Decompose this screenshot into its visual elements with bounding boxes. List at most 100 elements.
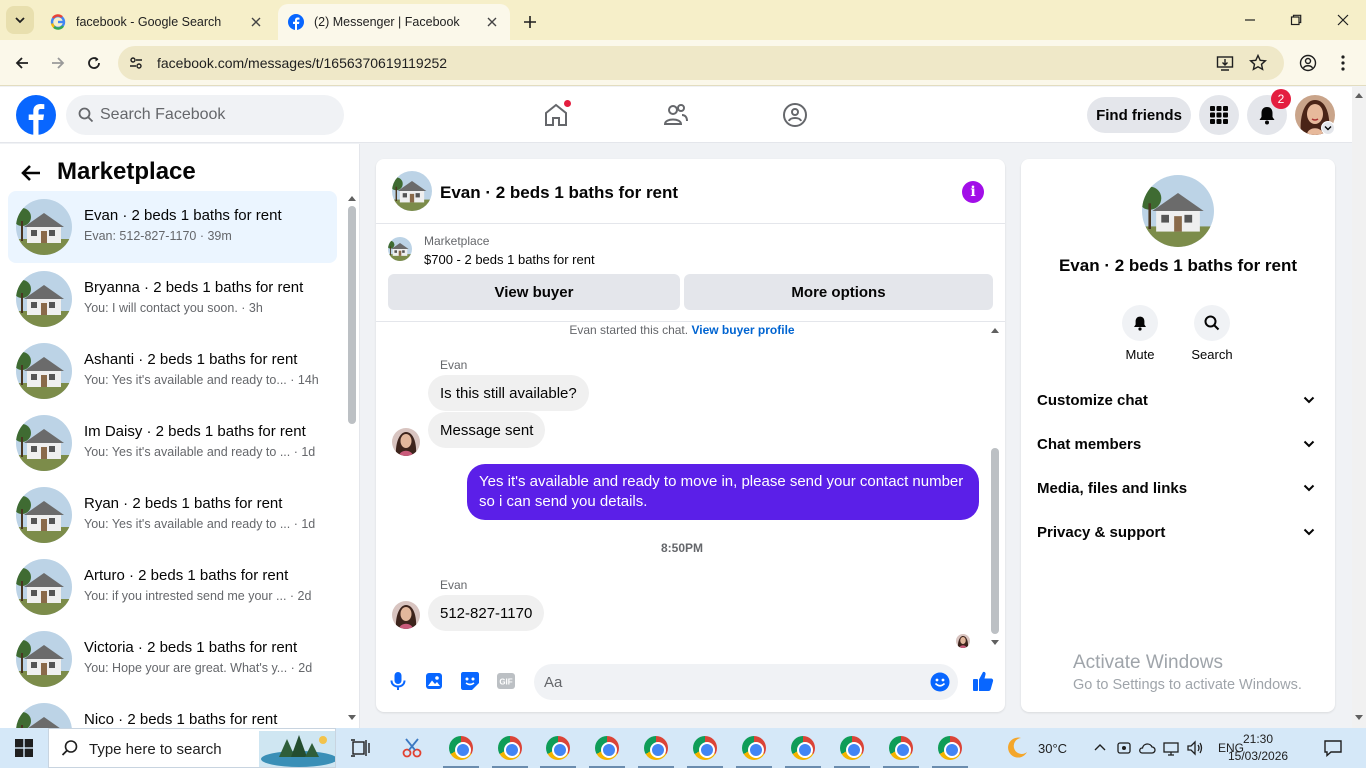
conversation-item[interactable]: Arturo · 2 beds 1 baths for rent You: if … (8, 551, 337, 623)
conversation-item[interactable]: Victoria · 2 beds 1 baths for rent You: H… (8, 623, 337, 695)
person-photo (956, 634, 970, 648)
sender-avatar[interactable] (392, 601, 420, 629)
tab-search-button[interactable] (6, 6, 34, 34)
details-section-toggle[interactable]: Media, files and links (1029, 466, 1327, 510)
view-buyer-profile-link[interactable]: View buyer profile (691, 323, 794, 337)
conversation-item[interactable]: Ashanti · 2 beds 1 baths for rent You: Ye… (8, 335, 337, 407)
install-app-icon[interactable] (1213, 51, 1237, 75)
chevron-up-icon[interactable] (1092, 740, 1108, 756)
sidebar-scrollbar[interactable] (345, 192, 357, 722)
tab-google-search[interactable]: facebook - Google Search (40, 4, 274, 40)
incoming-message[interactable]: Message sent (428, 412, 546, 448)
back-arrow-button[interactable] (18, 160, 44, 186)
facebook-logo-icon[interactable] (16, 95, 56, 135)
taskbar-search[interactable]: Type here to search (48, 728, 336, 768)
conversation-item[interactable]: Im Daisy · 2 beds 1 baths for rent You: Y… (8, 407, 337, 479)
chat-thumbnail[interactable] (392, 171, 432, 211)
find-friends-button[interactable]: Find friends (1087, 97, 1191, 133)
outgoing-message[interactable]: Yes it's available and ready to move in,… (467, 464, 979, 520)
message-input-box[interactable] (534, 664, 958, 700)
chrome-taskbar-button[interactable] (828, 728, 876, 768)
account-chevron-icon[interactable] (1321, 121, 1335, 135)
nav-home[interactable] (540, 99, 572, 131)
chat-title[interactable]: Evan · 2 beds 1 baths for rent (440, 183, 678, 203)
conversation-item[interactable]: Ryan · 2 beds 1 baths for rent You: Yes i… (8, 479, 337, 551)
facebook-search-input[interactable] (100, 95, 330, 135)
incoming-message[interactable]: 512-827-1170 (428, 595, 545, 631)
tab-messenger[interactable]: (2) Messenger | Facebook (278, 4, 510, 40)
search-action[interactable]: Search (1182, 305, 1242, 362)
new-tab-button[interactable] (518, 10, 542, 34)
volume-icon[interactable] (1186, 740, 1204, 756)
back-button[interactable] (9, 50, 35, 76)
chrome-taskbar-button[interactable] (681, 728, 729, 768)
scroll-down-icon[interactable] (1354, 714, 1364, 722)
task-view-button[interactable] (336, 728, 384, 768)
site-info-icon[interactable] (124, 51, 148, 75)
conversation-item[interactable]: Evan · 2 beds 1 baths for rent Evan: 512-… (8, 191, 337, 263)
chrome-taskbar-button[interactable] (486, 728, 534, 768)
restore-button[interactable] (1284, 8, 1308, 32)
message-input[interactable] (544, 664, 914, 700)
gif-button[interactable]: GIF (493, 668, 519, 694)
details-section-toggle[interactable]: Privacy & support (1029, 510, 1327, 554)
close-tab-icon[interactable] (484, 14, 500, 30)
scrollbar-thumb[interactable] (348, 206, 356, 424)
scroll-down-icon[interactable] (347, 714, 357, 722)
scroll-up-icon[interactable] (1354, 91, 1364, 99)
like-button[interactable] (970, 668, 996, 694)
listing-title[interactable]: $700 - 2 beds 1 baths for rent (424, 252, 595, 267)
bookmark-star-icon[interactable] (1246, 51, 1270, 75)
chrome-taskbar-button[interactable] (534, 728, 582, 768)
details-thumbnail[interactable] (1142, 175, 1214, 247)
taskbar-clock[interactable]: 21:30 15/03/2026 (1228, 731, 1288, 765)
plus-icon (524, 16, 536, 28)
profile-button[interactable] (1295, 50, 1321, 76)
meet-now-icon[interactable] (1116, 740, 1132, 756)
chrome-taskbar-button[interactable] (877, 728, 925, 768)
page-scrollbar[interactable] (1352, 87, 1366, 728)
incoming-message[interactable]: Is this still available? (428, 375, 589, 411)
voice-clip-button[interactable] (385, 668, 411, 694)
chrome-taskbar-button[interactable] (583, 728, 631, 768)
facebook-search[interactable] (66, 95, 344, 135)
chrome-taskbar-button[interactable] (437, 728, 485, 768)
address-bar[interactable]: facebook.com/messages/t/1656370619119252 (118, 46, 1284, 80)
onedrive-icon[interactable] (1138, 740, 1156, 756)
weather-widget[interactable]: 30°C (1004, 728, 1067, 768)
close-window-button[interactable] (1331, 8, 1355, 32)
scroll-down-icon[interactable] (990, 639, 1000, 647)
thread-scrollbar[interactable] (988, 322, 1002, 652)
chrome-taskbar-button[interactable] (632, 728, 680, 768)
snipping-tool-app[interactable] (388, 728, 436, 768)
sender-avatar[interactable] (392, 428, 420, 456)
scrollbar-thumb[interactable] (991, 448, 999, 634)
attach-photo-button[interactable] (421, 668, 447, 694)
network-icon[interactable] (1162, 740, 1180, 756)
browser-menu-button[interactable] (1330, 50, 1356, 76)
info-icon[interactable]: i (962, 181, 984, 203)
emoji-button[interactable] (927, 669, 953, 695)
reload-button[interactable] (81, 50, 107, 76)
scroll-up-icon[interactable] (990, 326, 1000, 334)
sticker-button[interactable] (457, 668, 483, 694)
nav-groups[interactable] (779, 99, 811, 131)
conversation-item[interactable]: Nico · 2 beds 1 baths for rent (8, 695, 337, 728)
conversation-item[interactable]: Bryanna · 2 beds 1 baths for rent You: I … (8, 263, 337, 335)
details-section-toggle[interactable]: Customize chat (1029, 378, 1327, 422)
start-button[interactable] (0, 728, 48, 768)
more-options-button[interactable]: More options (684, 274, 993, 310)
view-buyer-button[interactable]: View buyer (388, 274, 680, 310)
close-tab-icon[interactable] (248, 14, 264, 30)
details-section-toggle[interactable]: Chat members (1029, 422, 1327, 466)
mute-action[interactable]: Mute (1110, 305, 1170, 362)
chrome-taskbar-button[interactable] (730, 728, 778, 768)
scroll-up-icon[interactable] (347, 194, 357, 202)
menu-button[interactable] (1199, 95, 1239, 135)
chrome-taskbar-button[interactable] (779, 728, 827, 768)
forward-button[interactable] (45, 50, 71, 76)
nav-friends[interactable] (660, 99, 692, 131)
action-center-button[interactable] (1308, 728, 1358, 768)
minimize-button[interactable] (1238, 8, 1262, 32)
chrome-taskbar-button[interactable] (926, 728, 974, 768)
